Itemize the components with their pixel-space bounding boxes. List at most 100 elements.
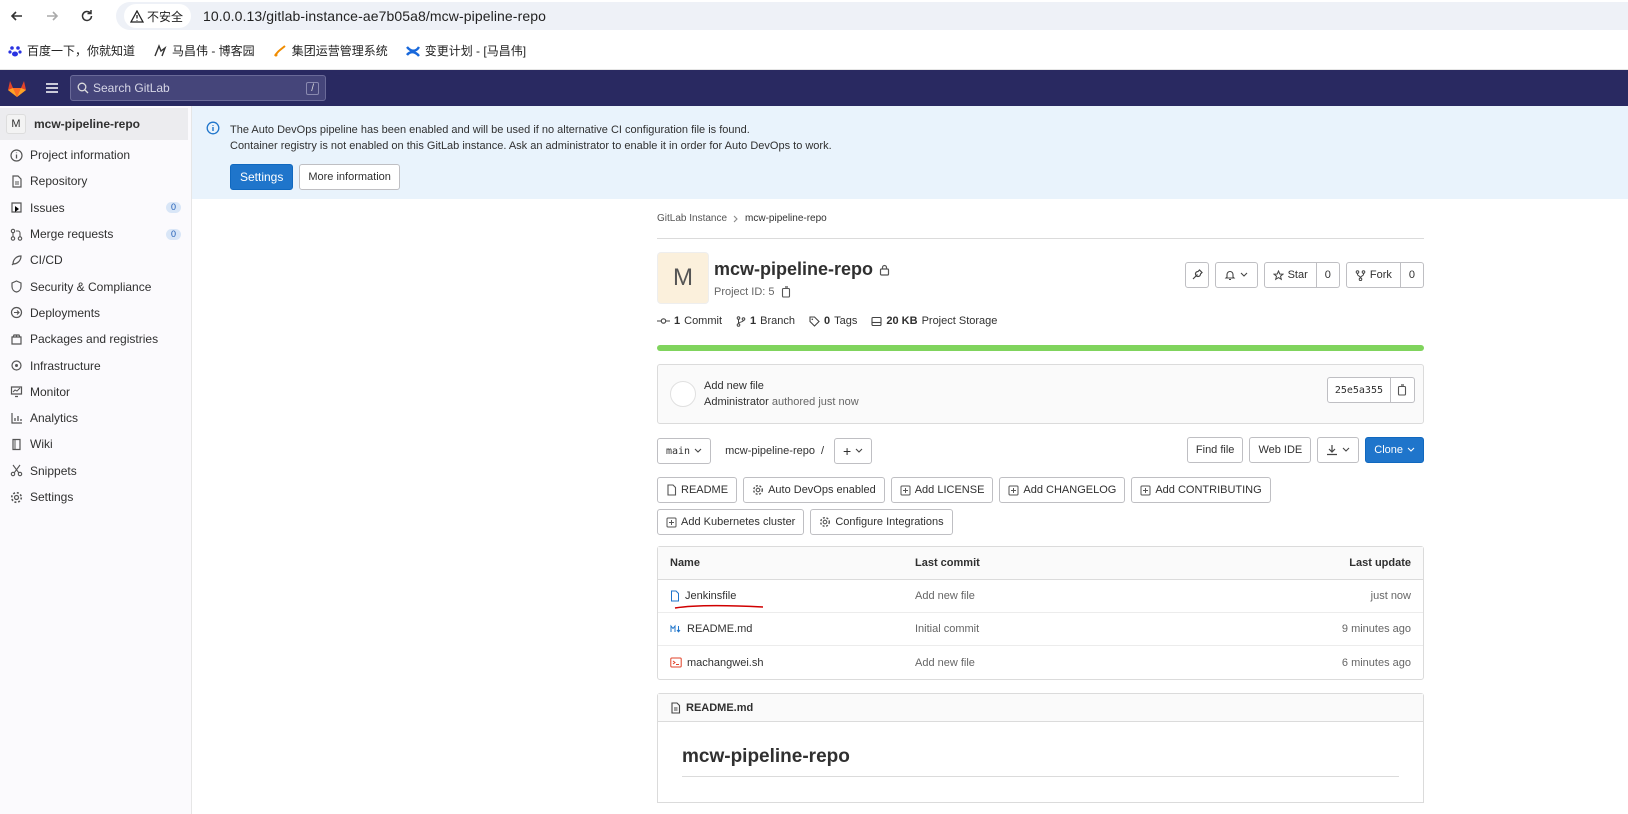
repo-path-root[interactable]: mcw-pipeline-repo <box>725 445 815 457</box>
commit-message[interactable]: Add new file <box>704 378 859 394</box>
deploy-icon <box>10 307 23 319</box>
commits-stat[interactable]: 1 Commit <box>657 315 722 327</box>
language-bar <box>657 345 1424 351</box>
confluence-icon <box>405 45 420 57</box>
project-settings-button[interactable] <box>1184 262 1209 288</box>
clone-dropdown[interactable]: Clone <box>1365 437 1424 463</box>
sidebar-item-monitor[interactable]: Monitor <box>0 379 191 405</box>
find-file-button[interactable]: Find file <box>1186 437 1244 463</box>
file-name[interactable]: README.md <box>687 623 752 635</box>
file-last-commit[interactable]: Initial commit <box>915 623 1291 635</box>
table-row[interactable]: Jenkinsfile Add new file just now <box>658 580 1423 613</box>
breadcrumb: GitLab Instance mcw-pipeline-repo <box>657 199 1424 239</box>
sidebar-item-analytics[interactable]: Analytics <box>0 405 191 431</box>
commit-sha[interactable]: 25e5a355 <box>1326 377 1391 403</box>
settings-button[interactable]: Settings <box>230 164 294 190</box>
copy-sha-button[interactable] <box>1391 377 1415 403</box>
file-name[interactable]: machangwei.sh <box>687 657 763 669</box>
auto-devops-button[interactable]: Auto DevOps enabled <box>743 477 885 503</box>
web-ide-button[interactable]: Web IDE <box>1249 437 1312 463</box>
readme-header: README.md <box>658 694 1423 722</box>
readme-button[interactable]: README <box>657 477 738 503</box>
plus-square-icon <box>1140 485 1151 495</box>
file-icon <box>671 590 679 602</box>
search-input[interactable]: Search GitLab / <box>70 75 326 101</box>
file-last-commit[interactable]: Add new file <box>915 657 1291 669</box>
sidebar-item-issues[interactable]: Issues 0 <box>0 195 191 221</box>
sidebar-item-deployments[interactable]: Deployments <box>0 300 191 326</box>
add-kubernetes-button[interactable]: Add Kubernetes cluster <box>657 509 805 535</box>
column-name: Name <box>670 557 700 569</box>
table-row[interactable]: README.md Initial commit 9 minutes ago <box>658 613 1423 646</box>
sidebar-item-settings[interactable]: Settings <box>0 484 191 510</box>
bookmarks-bar: 百度一下，你就知道 马昌伟 - 博客园 集团运营管理系统 变更计划 - [马昌伟… <box>0 32 1628 70</box>
star-icon <box>1272 269 1284 280</box>
file-name[interactable]: Jenkinsfile <box>685 590 736 602</box>
project-header: M mcw-pipeline-repo Project ID: 5 Star 0… <box>657 252 1424 306</box>
sidebar-item-wiki[interactable]: Wiki <box>0 431 191 457</box>
chevron-down-icon <box>1407 447 1415 452</box>
commit-author[interactable]: Administrator <box>704 396 769 408</box>
bookmark-change-plan[interactable]: 变更计划 - [马昌伟] <box>405 42 526 59</box>
file-tree-table: Name Last commit Last update Jenkinsfile… <box>657 546 1424 680</box>
add-to-tree-dropdown[interactable]: + <box>834 438 873 464</box>
add-license-button[interactable]: Add LICENSE <box>890 477 994 503</box>
book-icon <box>12 438 21 451</box>
copy-icon[interactable] <box>781 286 792 298</box>
doc-icon <box>671 701 681 714</box>
rocket-icon <box>11 255 22 266</box>
hamburger-menu-icon[interactable] <box>34 82 70 94</box>
sidebar-item-repository[interactable]: Repository <box>0 168 191 194</box>
readme-panel: README.md mcw-pipeline-repo <box>657 693 1424 803</box>
notification-dropdown[interactable] <box>1214 262 1258 288</box>
bookmark-baidu[interactable]: 百度一下，你就知道 <box>8 42 135 59</box>
fork-count[interactable]: 0 <box>1400 262 1424 288</box>
gear-icon <box>753 484 764 496</box>
table-row[interactable]: machangwei.sh Add new file 6 minutes ago <box>658 646 1423 679</box>
sidebar-item-cicd[interactable]: CI/CD <box>0 247 191 273</box>
reload-icon[interactable] <box>72 1 102 31</box>
branches-stat[interactable]: 1 Branch <box>736 315 795 327</box>
configure-integrations-button[interactable]: Configure Integrations <box>810 509 953 535</box>
star-count[interactable]: 0 <box>1316 262 1340 288</box>
more-information-button[interactable]: More information <box>299 164 400 190</box>
fork-button[interactable]: Fork <box>1345 262 1401 288</box>
storage-stat[interactable]: 20 KB Project Storage <box>871 315 997 327</box>
sidebar-project-header[interactable]: M mcw-pipeline-repo <box>0 108 188 140</box>
bell-icon <box>1224 271 1236 281</box>
forward-icon[interactable] <box>37 1 67 31</box>
gitlab-logo-icon[interactable] <box>0 79 34 98</box>
star-button[interactable]: Star <box>1263 262 1317 288</box>
warning-icon <box>130 9 144 23</box>
project-avatar: M <box>657 252 709 304</box>
sidebar-item-merge-requests[interactable]: Merge requests 0 <box>0 221 191 247</box>
url-text: 10.0.0.13/gitlab-instance-ae7b05a8/mcw-p… <box>203 8 546 24</box>
sidebar-item-security[interactable]: Security & Compliance <box>0 273 191 299</box>
sidebar-item-project-information[interactable]: Project information <box>0 142 191 168</box>
breadcrumb-parent[interactable]: GitLab Instance <box>657 213 727 224</box>
add-changelog-button[interactable]: Add CHANGELOG <box>999 477 1126 503</box>
commit-time: authored just now <box>771 396 859 408</box>
file-last-update: 6 minutes ago <box>1341 656 1411 669</box>
url-field[interactable]: 不安全 10.0.0.13/gitlab-instance-ae7b05a8/m… <box>116 2 1628 30</box>
search-placeholder: Search GitLab <box>93 81 170 95</box>
breadcrumb-current[interactable]: mcw-pipeline-repo <box>745 213 827 224</box>
bookmark-ops[interactable]: 集团运营管理系统 <box>273 42 388 59</box>
download-dropdown[interactable] <box>1317 437 1360 463</box>
chart-icon <box>11 412 22 424</box>
copy-icon <box>1397 384 1407 396</box>
bookmark-cnblogs[interactable]: 马昌伟 - 博客园 <box>153 42 255 59</box>
sidebar-item-infrastructure[interactable]: Infrastructure <box>0 352 191 378</box>
add-contributing-button[interactable]: Add CONTRIBUTING <box>1131 477 1271 503</box>
security-chip[interactable]: 不安全 <box>124 4 192 28</box>
file-last-commit[interactable]: Add new file <box>915 590 1291 602</box>
readme-filename[interactable]: README.md <box>686 702 753 714</box>
chevron-down-icon <box>1342 447 1350 452</box>
sidebar-item-packages[interactable]: Packages and registries <box>0 326 191 352</box>
monitor-icon <box>10 386 23 398</box>
back-icon[interactable] <box>2 1 32 31</box>
branch-selector[interactable]: main <box>657 438 712 464</box>
tags-stat[interactable]: 0 Tags <box>809 315 857 327</box>
language-bar-fill <box>657 345 1424 351</box>
sidebar-item-snippets[interactable]: Snippets <box>0 458 191 484</box>
